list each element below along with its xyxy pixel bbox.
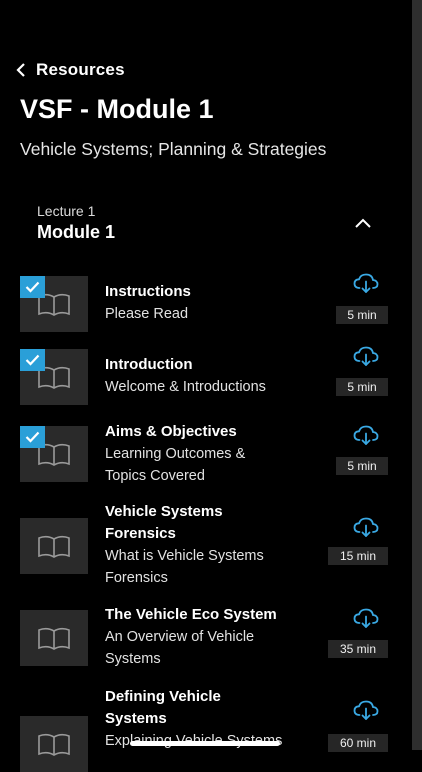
page-title: VSF - Module 1 (20, 94, 214, 124)
lesson-title: The Vehicle Eco System (105, 606, 277, 623)
lesson-subtitle: Topics Covered (105, 468, 205, 484)
download-button[interactable] (353, 273, 379, 300)
lesson-item[interactable]: Aims & Objectives Learning Outcomes & Topi… (20, 421, 388, 491)
download-button[interactable] (353, 425, 379, 452)
duration-badge: 15 min (328, 547, 388, 565)
book-icon (38, 535, 70, 558)
duration-badge: 35 min (328, 640, 388, 658)
lesson-title: Introduction (105, 356, 193, 373)
completed-checkbox[interactable] (20, 276, 45, 298)
checkmark-icon (25, 354, 40, 366)
lesson-item[interactable]: Introduction Welcome & Introductions 5 min (20, 346, 388, 419)
lesson-thumbnail[interactable] (20, 518, 88, 574)
lesson-text: Instructions Please Read (105, 281, 315, 325)
cloud-download-icon (353, 700, 379, 720)
lesson-subtitle: Please Read (105, 306, 189, 322)
lesson-thumbnail[interactable] (20, 349, 88, 405)
chevron-up-icon[interactable] (354, 218, 372, 229)
lesson-subtitle: What is Vehicle Systems (105, 548, 264, 564)
lesson-title: Forensics (105, 525, 176, 542)
lesson-title: Aims & Objectives (105, 423, 237, 440)
lesson-text: Introduction Welcome & Introductions (105, 354, 315, 398)
download-button[interactable] (353, 517, 379, 544)
back-button[interactable]: Resources (16, 60, 125, 80)
cloud-download-icon (353, 346, 379, 366)
lecture-kicker: Lecture 1 (37, 203, 96, 219)
cloud-download-icon (353, 273, 379, 293)
lecture-header[interactable]: Lecture 1 Module 1 (37, 203, 382, 249)
completed-checkbox[interactable] (20, 426, 45, 448)
lesson-subtitle: Systems (105, 651, 161, 667)
checkmark-icon (25, 431, 40, 443)
lesson-title: Defining Vehicle (105, 688, 221, 705)
duration-badge: 5 min (336, 306, 388, 324)
duration-badge: 5 min (336, 457, 388, 475)
screen-edge (412, 0, 422, 750)
duration-badge: 60 min (328, 734, 388, 752)
lesson-title: Systems (105, 710, 167, 727)
download-button[interactable] (353, 608, 379, 635)
lesson-subtitle: An Overview of Vehicle (105, 629, 255, 645)
download-button[interactable] (353, 346, 379, 373)
back-label: Resources (36, 60, 125, 79)
lesson-item[interactable]: Instructions Please Read 5 min (20, 273, 388, 346)
lesson-item[interactable]: Vehicle Systems Forensics What is Vehicle … (20, 501, 388, 586)
lesson-text: The Vehicle Eco System An Overview of Veh… (105, 604, 315, 670)
checkmark-icon (25, 281, 40, 293)
duration-badge: 5 min (336, 378, 388, 396)
lesson-thumbnail[interactable] (20, 426, 88, 482)
chevron-left-icon (16, 63, 25, 77)
download-button[interactable] (353, 700, 379, 727)
lesson-thumbnail[interactable] (20, 276, 88, 332)
cloud-download-icon (353, 425, 379, 445)
page-subtitle: Vehicle Systems; Planning & Strategies (20, 139, 327, 159)
lesson-text: Aims & Objectives Learning Outcomes & Topi… (105, 421, 315, 487)
lesson-thumbnail[interactable] (20, 716, 88, 772)
cloud-download-icon (353, 608, 379, 628)
lecture-title: Module 1 (37, 222, 116, 242)
lesson-subtitle: Learning Outcomes & (105, 446, 246, 462)
book-icon (38, 733, 70, 756)
cloud-download-icon (353, 517, 379, 537)
lesson-text: Vehicle Systems Forensics What is Vehicle … (105, 501, 315, 589)
lesson-title: Instructions (105, 283, 191, 300)
lesson-title: Vehicle Systems (105, 503, 223, 520)
lesson-subtitle: Welcome & Introductions (105, 379, 266, 395)
book-icon (38, 627, 70, 650)
lesson-subtitle: Forensics (105, 570, 168, 586)
lesson-item[interactable]: The Vehicle Eco System An Overview of Veh… (20, 604, 388, 674)
completed-checkbox[interactable] (20, 349, 45, 371)
home-indicator (130, 741, 280, 746)
lesson-thumbnail[interactable] (20, 610, 88, 666)
